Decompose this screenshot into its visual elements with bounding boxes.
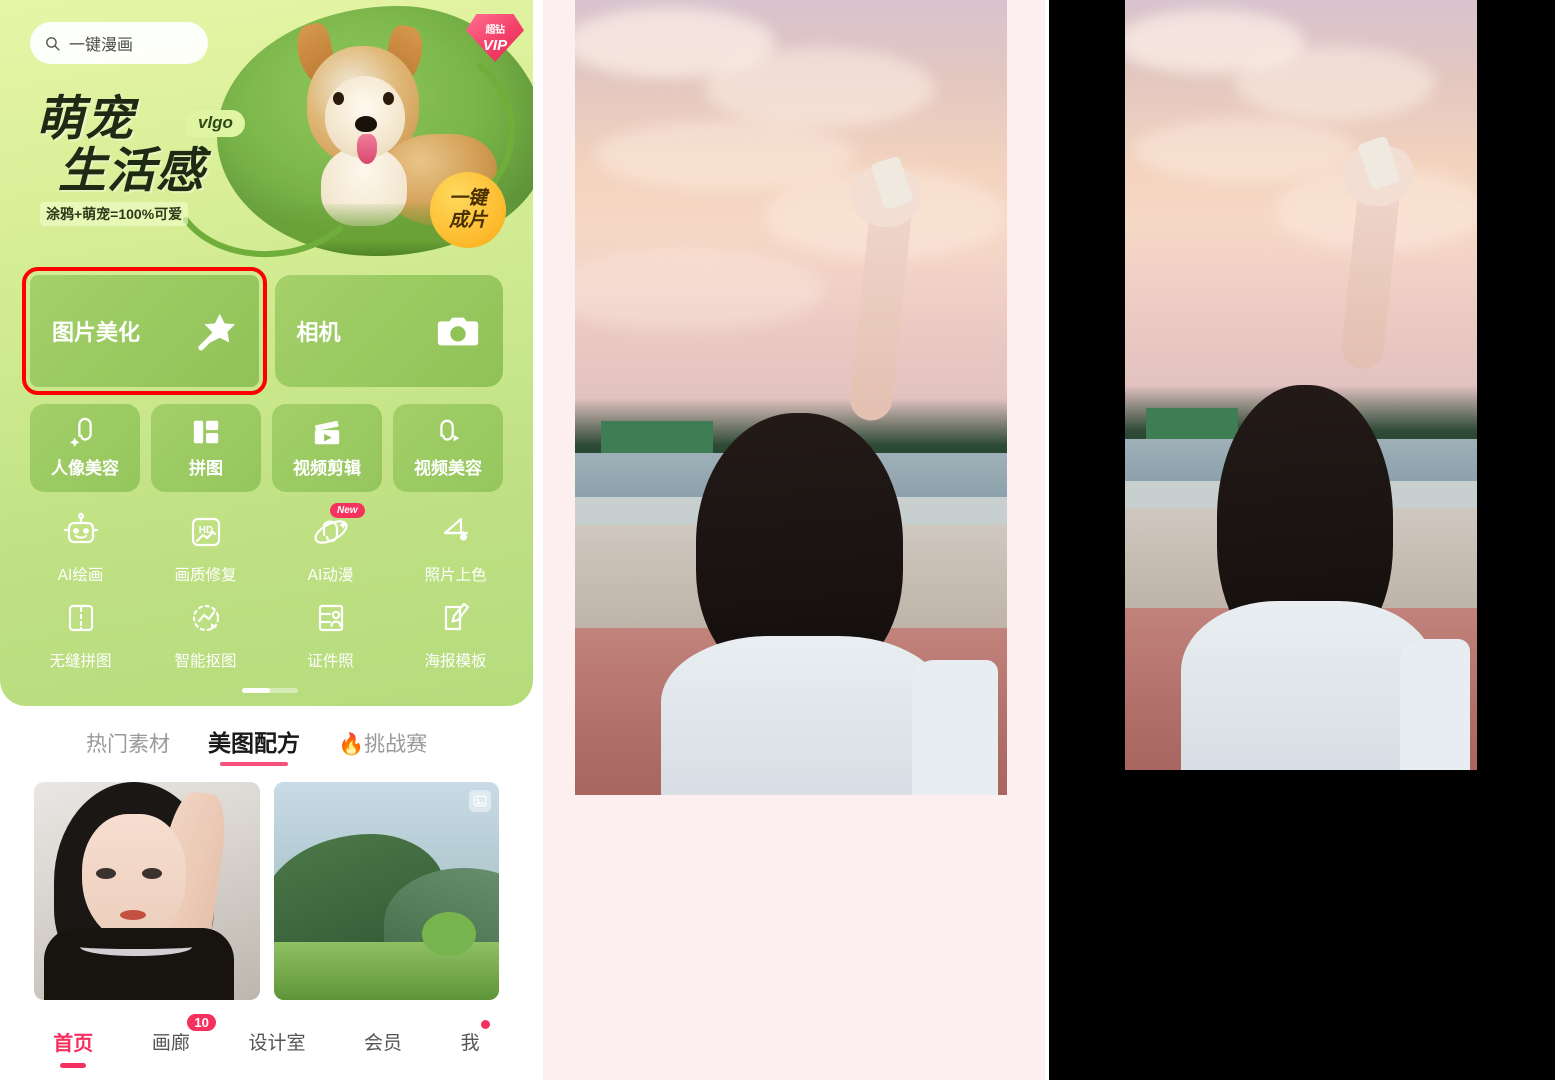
vip-badge-sub: 超钻 xyxy=(485,24,506,36)
one-click-line2: 成片 xyxy=(448,210,487,231)
secondary-tiles-row: 人像美容 拼图 视频剪辑 视频美容 xyxy=(30,404,503,492)
nav-item-gallery-label: 画廊 xyxy=(151,1032,190,1054)
hero-subtitle: 涂鸦+萌宠=100%可爱 xyxy=(40,202,189,226)
tile-video-edit[interactable]: 视频剪辑 xyxy=(272,404,382,492)
editor-photo-canvas[interactable] xyxy=(575,0,1007,795)
seamless-collage-icon xyxy=(68,604,93,632)
feature-id-photo-label: 证件照 xyxy=(307,653,354,670)
tile-camera-label: 相机 xyxy=(296,320,341,345)
nav-item-home-label: 首页 xyxy=(53,1032,94,1055)
id-photo-icon xyxy=(318,604,343,632)
video-beauty-icon xyxy=(440,419,460,442)
nav-item-gallery[interactable]: 画廊 10 xyxy=(151,1013,216,1055)
image-glyph xyxy=(473,795,487,807)
camera-icon xyxy=(437,317,479,346)
panel-editor-screen: 保存 图层 精选 我的 收藏 🍜美食 🍉夏日 xyxy=(543,0,1045,1080)
one-click-line1: 一键 xyxy=(448,188,487,210)
feature-colorize[interactable]: 照片上色 xyxy=(393,505,518,591)
search-input-value: 一键漫画 xyxy=(69,37,134,54)
image-icon xyxy=(469,790,491,812)
tile-collage[interactable]: 拼图 xyxy=(151,404,261,492)
tile-photo-beautify-label: 图片美化 xyxy=(52,320,141,345)
feature-hd-restore[interactable]: HD 画质修复 xyxy=(143,505,268,591)
new-badge: New xyxy=(330,503,365,518)
feature-grid-row-1: AI绘画 HD 画质修复 New AI动漫 照片上色 xyxy=(18,503,518,591)
gallery-badge-count: 10 xyxy=(187,1013,216,1031)
nav-item-me-label: 我 xyxy=(460,1032,480,1054)
nav-item-studio-label: 设计室 xyxy=(248,1032,306,1054)
magic-wand-icon xyxy=(197,313,235,351)
panel-watermark-screen: 禁止盗用 +1 素材 样式 字体 xyxy=(1049,0,1555,1080)
feature-ai-paint-label: AI绘画 xyxy=(57,567,104,584)
feature-smart-cutout[interactable]: 智能抠图 xyxy=(143,591,268,677)
nav-item-me[interactable]: 我 xyxy=(460,1019,490,1055)
ai-paint-icon xyxy=(63,512,98,544)
recipe-card-forest[interactable] xyxy=(273,782,499,1000)
primary-tiles-row: 图片美化 相机 xyxy=(22,267,503,395)
vip-badge-main: VIP xyxy=(482,36,508,54)
feature-smart-cutout-label: 智能抠图 xyxy=(174,653,237,670)
tile-portrait-beauty-label: 人像美容 xyxy=(51,459,119,478)
tile-collage-label: 拼图 xyxy=(189,459,223,478)
feature-ai-anime-label: AI动漫 xyxy=(307,567,354,584)
hd-restore-icon: HD xyxy=(191,517,220,547)
feature-poster-template[interactable]: 海报模板 xyxy=(393,591,518,677)
nav-item-membership-label: 会员 xyxy=(364,1032,403,1054)
feature-id-photo[interactable]: 证件照 xyxy=(268,591,393,677)
recipe-card-list xyxy=(6,768,527,1000)
one-click-button[interactable]: 一键 成片 xyxy=(430,172,506,248)
sheet-tab-hot-materials[interactable]: 热门素材 xyxy=(86,728,170,768)
home-bottom-sheet: 热门素材 美图配方 🔥挑战赛 xyxy=(6,710,527,1020)
tile-photo-beautify[interactable]: 图片美化 xyxy=(22,267,267,395)
feature-ai-paint[interactable]: AI绘画 xyxy=(18,505,143,591)
watermark-photo-canvas[interactable] xyxy=(1125,0,1477,770)
nav-item-membership[interactable]: 会员 xyxy=(364,1028,402,1055)
smart-cutout-icon xyxy=(192,604,219,632)
poster-template-icon xyxy=(444,602,469,631)
feature-colorize-label: 照片上色 xyxy=(424,567,487,584)
portrait-beauty-icon xyxy=(70,417,92,447)
feature-seamless-collage[interactable]: 无缝拼图 xyxy=(18,591,143,677)
tile-portrait-beauty[interactable]: 人像美容 xyxy=(30,404,140,492)
hero-vlgo-tag: vlgo xyxy=(186,110,245,137)
three-panel-screenshot: 一键漫画 超钻 VIP 萌宠 生活感 vlgo 涂鸦+萌宠=100%可爱 一键 … xyxy=(0,0,1555,1080)
tile-camera[interactable]: 相机 xyxy=(274,275,503,387)
tile-video-beauty-label: 视频美容 xyxy=(414,459,482,478)
hero-title-line1: 萌宠 xyxy=(36,93,135,146)
colorize-icon xyxy=(443,517,468,541)
search-icon xyxy=(46,36,60,51)
video-edit-icon xyxy=(314,420,340,445)
panel-divider-1 xyxy=(533,0,543,1080)
feature-grid-row-2: 无缝拼图 智能抠图 证件照 海报模板 xyxy=(18,591,518,677)
collage-icon xyxy=(193,420,219,444)
feature-poster-template-label: 海报模板 xyxy=(424,653,487,670)
nav-item-home[interactable]: 首页 xyxy=(53,1027,93,1056)
feature-hd-restore-label: 画质修复 xyxy=(174,567,237,584)
sheet-tab-bar: 热门素材 美图配方 🔥挑战赛 xyxy=(6,710,527,768)
bottom-navigation-bar: 首页 画廊 10 设计室 会员 我 xyxy=(6,1002,527,1080)
feature-grid: AI绘画 HD 画质修复 New AI动漫 照片上色 无缝拼图 智能抠图 证件照… xyxy=(18,503,518,677)
tile-video-beauty[interactable]: 视频美容 xyxy=(393,404,503,492)
sheet-tab-challenge[interactable]: 🔥挑战赛 xyxy=(338,728,427,768)
nav-item-studio[interactable]: 设计室 xyxy=(248,1028,305,1055)
hero-title-line2: 生活感 xyxy=(58,145,206,198)
sheet-tab-recipes[interactable]: 美图配方 xyxy=(208,724,300,768)
hero-title-block: 萌宠 生活感 vlgo xyxy=(36,93,245,198)
me-notification-dot xyxy=(480,1019,490,1029)
recipe-card-anime-portrait[interactable] xyxy=(34,782,260,1000)
panel-home-screen: 一键漫画 超钻 VIP 萌宠 生活感 vlgo 涂鸦+萌宠=100%可爱 一键 … xyxy=(0,0,533,1080)
feature-ai-anime[interactable]: New AI动漫 xyxy=(268,503,393,591)
decorative-curve-bottom xyxy=(183,217,343,257)
feature-seamless-collage-label: 无缝拼图 xyxy=(49,653,112,670)
tile-video-edit-label: 视频剪辑 xyxy=(293,459,361,478)
search-bar[interactable]: 一键漫画 xyxy=(30,22,208,64)
carousel-page-indicator xyxy=(242,688,298,693)
